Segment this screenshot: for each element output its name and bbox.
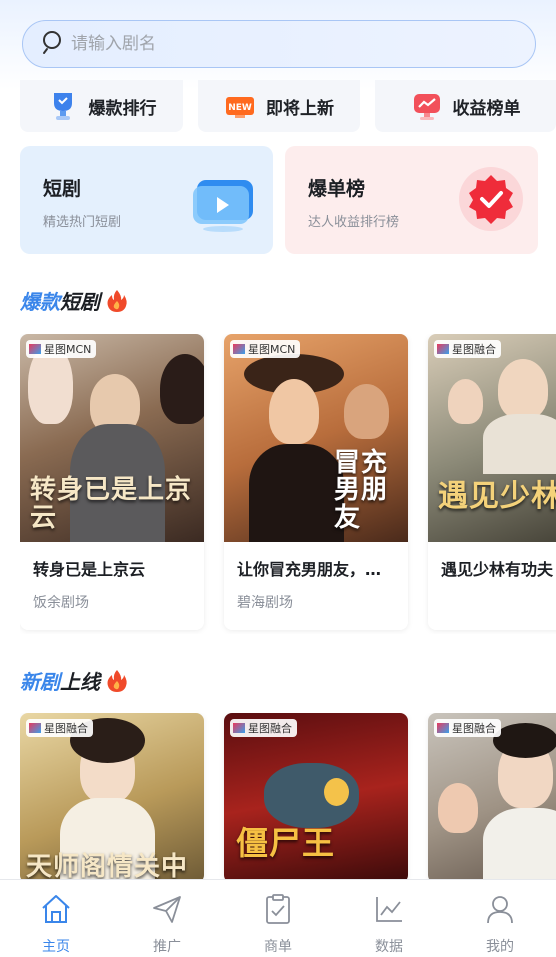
new-badge-icon: NEW <box>224 90 256 122</box>
line-chart-icon <box>372 892 406 936</box>
drama-poster: 星图融合 遇见少林 <box>428 334 556 542</box>
source-tag: 星图融合 <box>26 719 93 737</box>
search-icon <box>41 29 67 59</box>
fire-icon <box>106 289 128 313</box>
drama-name: 让你冒充男朋友，… <box>237 560 382 579</box>
poster-figure <box>483 808 556 883</box>
poster-title: 遇见少林 <box>438 478 556 514</box>
drama-name: 转身已是上京云 <box>33 560 146 579</box>
poster-figure <box>324 778 349 806</box>
poster-figure <box>438 783 478 833</box>
quick-link-label: 收益榜单 <box>452 98 521 119</box>
drama-poster: 星图融合 僵尸王 <box>224 713 408 883</box>
tab-orders[interactable]: 商单 <box>238 892 318 956</box>
tab-home[interactable]: 主页 <box>16 892 96 956</box>
drama-poster: 星图MCN 转身已是上京云 <box>20 334 204 542</box>
drama-card[interactable]: 星图MCN 转身已是上京云 转身已是上京云 饭余剧场 <box>20 334 204 630</box>
feature-card-bestseller[interactable]: 爆单榜 达人收益排行榜 <box>285 146 538 254</box>
bottom-tab-bar: 主页 推广 商单 数据 我的 <box>0 879 556 957</box>
section-title-highlight: 爆款 <box>20 290 60 314</box>
section-title-new-dramas: 新剧 上线 <box>20 666 128 695</box>
source-tag: 星图融合 <box>434 719 501 737</box>
poster-title: 冒充男朋友 <box>334 448 389 533</box>
quick-link-label: 即将上新 <box>266 98 334 119</box>
poster-title: 僵尸王 <box>236 824 336 863</box>
source-tag: 星图融合 <box>434 340 501 358</box>
tab-label: 我的 <box>486 939 514 955</box>
verified-badge-icon <box>458 166 524 236</box>
drama-poster: 星图融合 <box>428 713 556 883</box>
poster-figure <box>448 379 483 424</box>
section-title-rest: 上线 <box>60 670 100 694</box>
poster-figure <box>493 723 556 758</box>
drama-studio: 饭余剧场 <box>33 595 89 611</box>
drama-poster: 星图融合 天师阁情关中 <box>20 713 204 883</box>
quick-link-hot-ranking[interactable]: 爆款排行 <box>20 80 183 132</box>
quick-link-income-ranking[interactable]: 收益榜单 <box>375 80 556 132</box>
section-title-hot-dramas: 爆款 短剧 <box>20 286 128 315</box>
quick-link-coming-soon[interactable]: NEW 即将上新 <box>198 80 360 132</box>
fire-icon <box>106 669 128 693</box>
trophy-icon <box>47 90 79 122</box>
drama-card[interactable]: 星图MCN 冒充男朋友 让你冒充男朋友，… 碧海剧场 <box>224 334 408 630</box>
drama-poster: 星图MCN 冒充男朋友 <box>224 334 408 542</box>
source-tag: 星图MCN <box>26 340 97 358</box>
quick-link-label: 爆款排行 <box>88 98 157 119</box>
home-icon <box>39 892 73 936</box>
poster-title: 转身已是上京云 <box>30 475 193 533</box>
svg-text:NEW: NEW <box>228 103 252 113</box>
search-input[interactable] <box>71 34 471 54</box>
new-dramas-list: 星图融合 天师阁情关中 星图融合 僵尸王 星图融合 <box>20 713 556 883</box>
drama-card[interactable]: 星图融合 天师阁情关中 <box>20 713 204 883</box>
user-icon <box>483 892 517 936</box>
search-bar[interactable] <box>22 20 536 68</box>
feature-card-short-drama[interactable]: 短剧 精选热门短剧 <box>20 146 273 254</box>
poster-title: 天师阁情关中 <box>26 851 189 882</box>
source-tag: 星图MCN <box>230 340 301 358</box>
poster-figure <box>344 384 389 439</box>
tab-label: 主页 <box>42 939 70 955</box>
drama-card[interactable]: 星图融合 <box>428 713 556 883</box>
hot-dramas-list: 星图MCN 转身已是上京云 转身已是上京云 饭余剧场 星图MCN 冒充男朋友 让… <box>20 334 556 634</box>
tab-data[interactable]: 数据 <box>349 892 429 956</box>
section-title-highlight: 新剧 <box>20 670 60 694</box>
poster-figure <box>498 359 548 419</box>
tab-label: 推广 <box>153 939 181 955</box>
income-chart-icon <box>411 90 443 122</box>
poster-figure <box>269 379 319 444</box>
quick-links: 爆款排行 NEW 即将上新 收益榜单 <box>20 80 556 132</box>
paper-plane-icon <box>150 892 184 936</box>
clipboard-check-icon <box>261 892 295 936</box>
poster-figure <box>249 444 344 542</box>
poster-figure <box>160 354 204 424</box>
tab-profile[interactable]: 我的 <box>460 892 540 956</box>
drama-studio: 碧海剧场 <box>237 595 293 611</box>
source-tag: 星图融合 <box>230 719 297 737</box>
poster-figure <box>483 414 556 474</box>
drama-card[interactable]: 星图融合 遇见少林 遇见少林有功夫 <box>428 334 556 630</box>
drama-name: 遇见少林有功夫 <box>441 560 554 579</box>
tab-label: 商单 <box>264 939 292 955</box>
section-title-rest: 短剧 <box>60 290 100 314</box>
tab-promote[interactable]: 推广 <box>127 892 207 956</box>
tab-label: 数据 <box>375 939 403 955</box>
play-screen-icon <box>191 174 257 236</box>
drama-card[interactable]: 星图融合 僵尸王 <box>224 713 408 883</box>
